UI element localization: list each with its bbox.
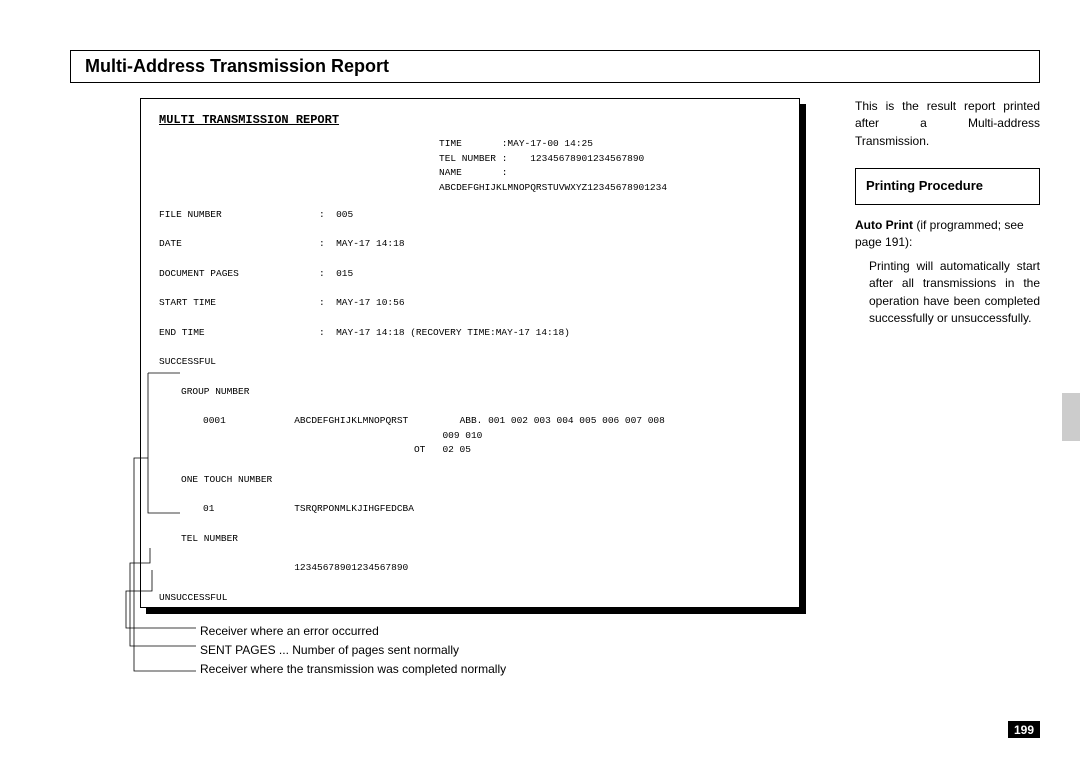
one-touch-label: ONE TOUCH NUMBER <box>181 473 781 488</box>
printing-procedure-title: Printing Procedure <box>866 178 983 193</box>
kv-date-value: MAY-17 14:18 <box>336 238 404 249</box>
grp1-abb: 001 002 003 004 005 006 007 008 <box>488 415 665 426</box>
hdr-name-line: ABCDEFGHIJKLMNOPQRSTUVWXYZ12345678901234 <box>439 182 667 193</box>
ot-id: 01 <box>203 503 214 514</box>
tel-number-value: 12345678901234567890 <box>294 562 408 573</box>
page-title: Multi-Address Transmission Report <box>79 54 391 79</box>
hdr-time-value: MAY-17-00 14:25 <box>507 138 593 149</box>
hdr-time-label: TIME <box>439 138 462 149</box>
report-figure: MULTI TRANSMISSION REPORT TIME :MAY-17-0… <box>140 98 800 608</box>
auto-print-bold: Auto Print <box>855 218 913 232</box>
grp1-ot: 02 05 <box>442 444 471 455</box>
report-kv-block: FILE NUMBER: 005 DATE: MAY-17 14:18 DOCU… <box>159 208 781 608</box>
unsuccessful-label: UNSUCCESSFUL <box>159 591 781 606</box>
hdr-name-label: NAME <box>439 167 462 178</box>
kv-file-number-label: FILE NUMBER <box>159 208 319 223</box>
auto-print-body: Printing will automatically start after … <box>855 258 1040 328</box>
kv-doc-pages-label: DOCUMENT PAGES <box>159 267 319 282</box>
report-box: MULTI TRANSMISSION REPORT TIME :MAY-17-0… <box>140 98 800 608</box>
auto-print-line: Auto Print (if programmed; see page 191)… <box>855 217 1040 252</box>
grp1-name: ABCDEFGHIJKLMNOPQRST <box>294 415 408 426</box>
right-column: This is the result report printed after … <box>830 98 1040 327</box>
hdr-tel-value: 12345678901234567890 <box>530 153 644 164</box>
grp1-id: 0001 <box>203 415 226 426</box>
group-number-label: GROUP NUMBER <box>181 385 781 400</box>
kv-date-label: DATE <box>159 237 319 252</box>
kv-start-time-label: START TIME <box>159 296 319 311</box>
page-number-badge: 199 <box>1008 721 1040 738</box>
kv-end-time-value: MAY-17 14:18 (RECOVERY TIME:MAY-17 14:18… <box>336 327 570 338</box>
grp1-abb2: 009 010 <box>442 430 482 441</box>
printing-procedure-title-box: Printing Procedure <box>855 168 1040 205</box>
body-area: MULTI TRANSMISSION REPORT TIME :MAY-17-0… <box>70 98 1040 608</box>
report-header-lines: TIME :MAY-17-00 14:25 TEL NUMBER : 12345… <box>439 137 781 196</box>
sent-pages-label: SENT PAGES <box>159 605 781 608</box>
left-column: MULTI TRANSMISSION REPORT TIME :MAY-17-0… <box>70 98 830 608</box>
manual-page: Multi-Address Transmission Report MULTI … <box>0 0 1080 763</box>
title-bar: Multi-Address Transmission Report <box>70 50 1040 83</box>
ot-name: TSRQRPONMLKJIHGFEDCBA <box>294 503 414 514</box>
callout-2: SENT PAGES ... Number of pages sent norm… <box>200 641 506 660</box>
grp1-abb-label: ABB. <box>460 415 483 426</box>
successful-label: SUCCESSFUL <box>159 355 781 370</box>
kv-file-number-value: 005 <box>336 209 353 220</box>
grp1-ot-label: OT <box>414 444 425 455</box>
report-heading: MULTI TRANSMISSION REPORT <box>159 113 781 127</box>
hdr-tel-label: TEL NUMBER <box>439 153 496 164</box>
kv-end-time-label: END TIME <box>159 326 319 341</box>
kv-doc-pages-value: 015 <box>336 268 353 279</box>
tel-number-label: TEL NUMBER <box>181 532 781 547</box>
right-intro: This is the result report printed after … <box>855 98 1040 150</box>
callout-3: Receiver where the transmission was comp… <box>200 660 506 679</box>
kv-start-time-value: MAY-17 10:56 <box>336 297 404 308</box>
thumb-tab <box>1062 393 1080 441</box>
callout-1: Receiver where an error occurred <box>200 622 506 641</box>
callout-text-block: Receiver where an error occurred SENT PA… <box>200 622 506 680</box>
